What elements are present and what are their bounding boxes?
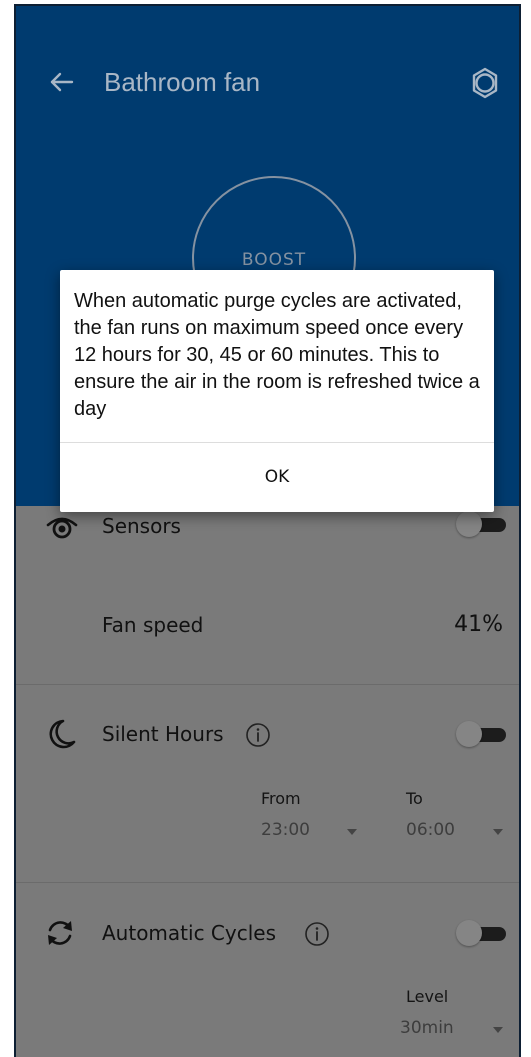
page-title: Bathroom fan	[104, 67, 261, 97]
from-label: From	[261, 789, 301, 808]
app-screen: Bathroom fan BOOST Sensors Fan speed 41%…	[14, 4, 521, 1057]
fan-speed-value: 41%	[454, 612, 503, 637]
boost-label: BOOST	[241, 250, 307, 270]
back-arrow-icon[interactable]	[46, 66, 78, 98]
ok-button[interactable]: OK	[60, 443, 494, 512]
silent-hours-label: Silent Hours	[102, 722, 224, 746]
toggle-knob	[456, 721, 482, 747]
eye-icon	[46, 517, 78, 539]
from-time-select[interactable]: 23:00	[261, 820, 310, 840]
silent-hours-toggle[interactable]	[456, 721, 506, 747]
to-time-select[interactable]: 06:00	[406, 820, 455, 840]
info-dialog: When automatic purge cycles are activate…	[60, 270, 494, 512]
moon-icon	[49, 719, 76, 749]
automatic-cycles-toggle[interactable]	[456, 920, 506, 946]
from-chevron-down-icon	[347, 829, 357, 835]
automatic-cycles-label: Automatic Cycles	[102, 921, 277, 945]
level-label: Level	[406, 987, 449, 1006]
info-icon[interactable]	[245, 722, 271, 748]
refresh-icon	[48, 921, 72, 945]
level-chevron-down-icon	[493, 1027, 503, 1033]
settings-list	[16, 506, 519, 1057]
toggle-knob	[456, 511, 482, 537]
dialog-message: When automatic purge cycles are activate…	[74, 290, 480, 420]
to-label: To	[406, 789, 423, 808]
info-icon[interactable]	[304, 921, 330, 947]
to-chevron-down-icon	[493, 829, 503, 835]
fan-speed-label: Fan speed	[102, 613, 204, 637]
level-select[interactable]: 30min	[400, 1018, 454, 1038]
toggle-knob	[456, 920, 482, 946]
sensors-toggle[interactable]	[456, 511, 506, 537]
sensors-label: Sensors	[102, 514, 181, 538]
divider	[16, 882, 519, 883]
divider	[16, 684, 519, 685]
gear-icon[interactable]	[468, 66, 502, 100]
